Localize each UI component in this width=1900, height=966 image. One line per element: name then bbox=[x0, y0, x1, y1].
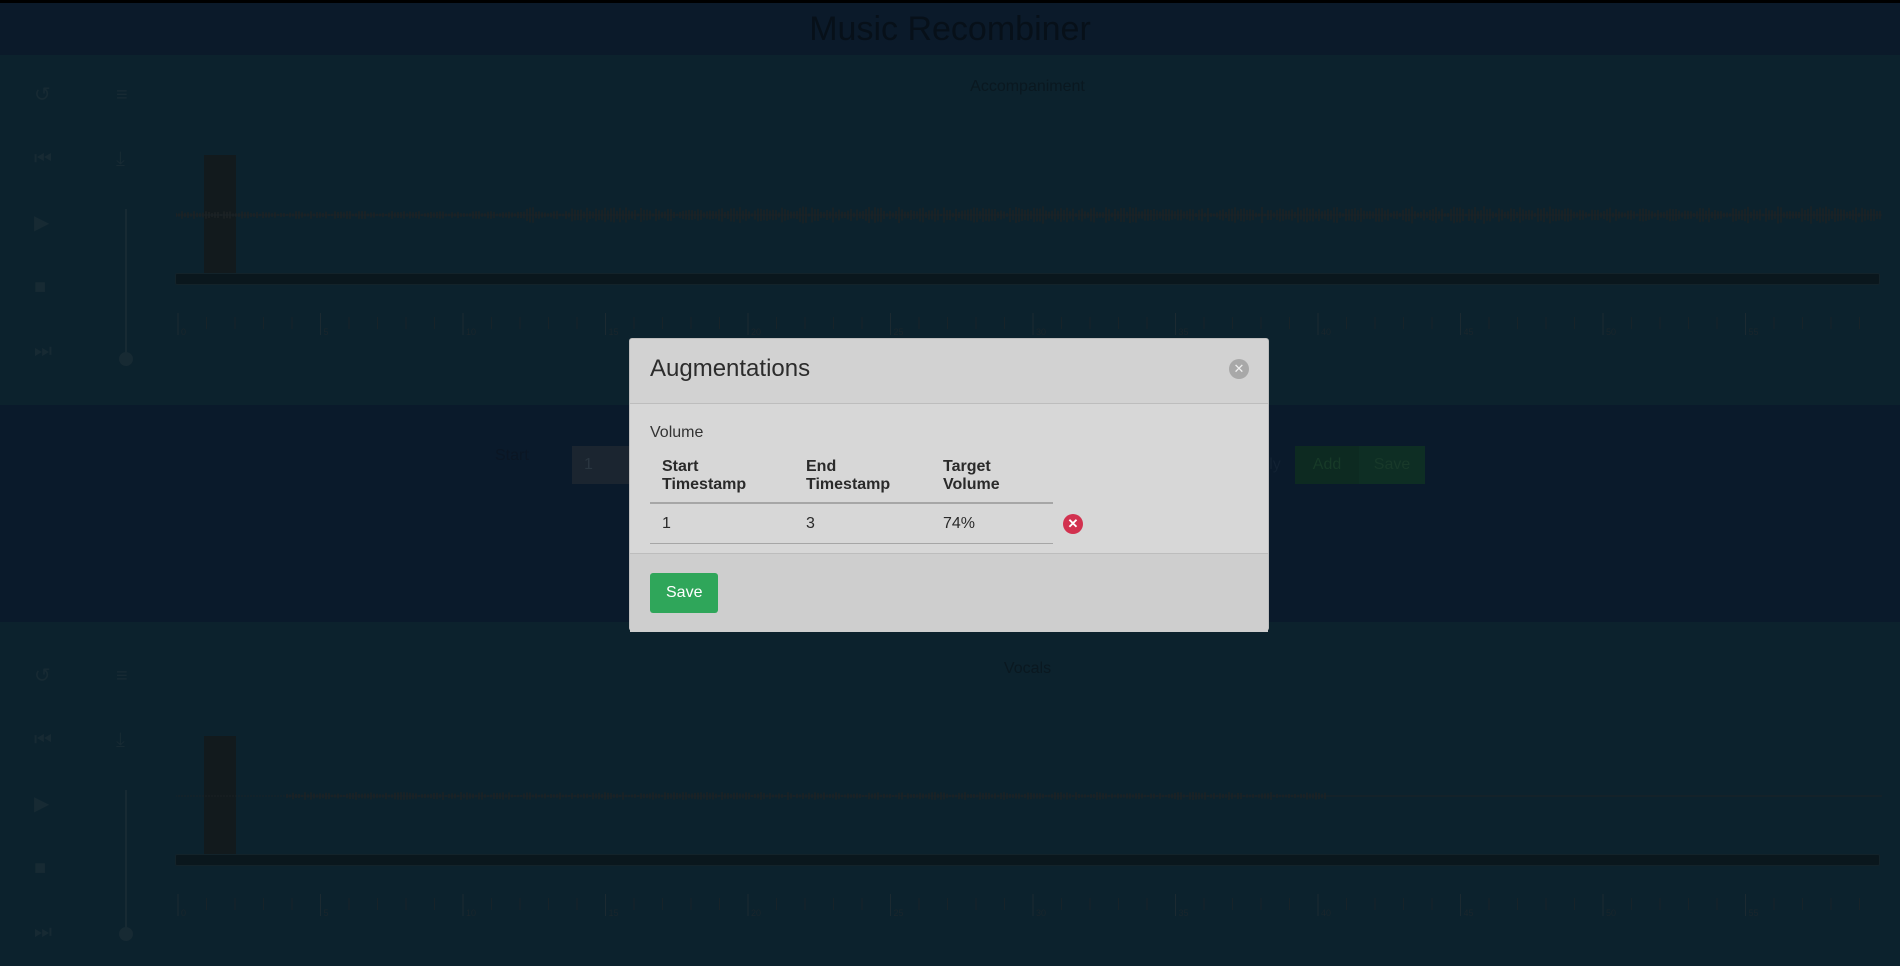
track-label: Vocals bbox=[1003, 660, 1052, 677]
close-icon[interactable]: ✕ bbox=[1229, 359, 1249, 379]
time-ruler: 0 5 10 15 20 25 30 35 40 45 50 55 bbox=[177, 894, 1860, 918]
ruler-label: 40 bbox=[1321, 908, 1331, 918]
column-header: Target Volume bbox=[931, 450, 1053, 504]
skip-back-icon[interactable]: ⏮ bbox=[34, 149, 52, 169]
menu-icon[interactable]: ≡ bbox=[116, 666, 128, 686]
timeline-scrollbar[interactable] bbox=[175, 273, 1880, 285]
time-ruler: 0 5 10 15 20 25 30 35 40 45 50 55 bbox=[177, 313, 1860, 337]
play-icon[interactable]: ▶ bbox=[34, 794, 49, 814]
menu-icon[interactable]: ≡ bbox=[116, 85, 128, 105]
modal-body: Volume Start Timestamp End Timestamp Tar… bbox=[630, 404, 1268, 554]
ruler-label: 35 bbox=[1179, 327, 1189, 337]
ruler-label: 20 bbox=[751, 908, 761, 918]
download-icon[interactable]: ⤓ bbox=[116, 149, 125, 169]
ruler-label: 5 bbox=[324, 908, 329, 918]
ruler-label: 5 bbox=[324, 327, 329, 337]
ruler-label: 25 bbox=[894, 908, 904, 918]
column-header: End Timestamp bbox=[794, 450, 931, 504]
delete-icon[interactable]: ✕ bbox=[1063, 514, 1083, 534]
ruler-label: 0 bbox=[181, 327, 186, 337]
cell-end: 3 bbox=[794, 503, 931, 544]
middle-save-button[interactable]: Save bbox=[1359, 446, 1425, 484]
ruler-label: 25 bbox=[894, 327, 904, 337]
ruler-label: 0 bbox=[181, 908, 186, 918]
ruler-label: 50 bbox=[1606, 327, 1616, 337]
column-header-empty bbox=[1053, 450, 1095, 503]
app-title: Music Recombiner bbox=[809, 10, 1091, 48]
ruler-label: 55 bbox=[1749, 908, 1759, 918]
row-actions: ✕ bbox=[1053, 503, 1095, 543]
modal-header: Augmentations ✕ bbox=[630, 339, 1268, 404]
modal-footer: Save bbox=[630, 554, 1268, 632]
ruler-label: 30 bbox=[1036, 908, 1046, 918]
ruler-label: 15 bbox=[609, 908, 619, 918]
table-row: 1 3 74% ✕ bbox=[650, 503, 1095, 544]
ruler-label: 40 bbox=[1321, 327, 1331, 337]
ruler-label: 55 bbox=[1749, 327, 1759, 337]
ruler-label: 45 bbox=[1464, 327, 1474, 337]
start-label: Start bbox=[495, 447, 529, 464]
ruler-label: 20 bbox=[751, 327, 761, 337]
ruler-label: 45 bbox=[1464, 908, 1474, 918]
volume-knob[interactable] bbox=[119, 352, 133, 366]
cell-start: 1 bbox=[650, 503, 794, 544]
stop-icon[interactable]: ■ bbox=[34, 277, 46, 297]
app-header: Music Recombiner bbox=[0, 3, 1900, 55]
undo-icon[interactable]: ↺ bbox=[34, 85, 51, 105]
skip-forward-icon[interactable]: ⏭ bbox=[34, 341, 52, 361]
ruler-label: 10 bbox=[466, 908, 476, 918]
waveform[interactable] bbox=[176, 736, 1882, 856]
augmentations-table: Start Timestamp End Timestamp Target Vol… bbox=[650, 450, 1095, 544]
ruler-label: 35 bbox=[1179, 908, 1189, 918]
download-icon[interactable]: ⤓ bbox=[116, 730, 125, 750]
stop-icon[interactable]: ■ bbox=[34, 858, 46, 878]
volume-slider[interactable] bbox=[125, 209, 127, 359]
augmentations-modal: Augmentations ✕ Volume Start Timestamp E… bbox=[629, 338, 1269, 632]
ruler-label: 30 bbox=[1036, 327, 1046, 337]
waveform[interactable] bbox=[176, 155, 1882, 275]
undo-icon[interactable]: ↺ bbox=[34, 666, 51, 686]
play-icon[interactable]: ▶ bbox=[34, 213, 49, 233]
skip-forward-icon[interactable]: ⏭ bbox=[34, 922, 52, 942]
track-label: Accompaniment bbox=[970, 78, 1085, 95]
timeline-scrollbar[interactable] bbox=[175, 854, 1880, 866]
ruler-label: 15 bbox=[609, 327, 619, 337]
selection-region bbox=[204, 736, 236, 854]
column-header: Start Timestamp bbox=[650, 450, 794, 504]
cell-volume: 74% bbox=[931, 503, 1053, 544]
save-button[interactable]: Save bbox=[650, 573, 719, 613]
section-label: Volume bbox=[650, 424, 704, 441]
add-button[interactable]: Add bbox=[1295, 446, 1359, 484]
ruler-label: 10 bbox=[466, 327, 476, 337]
modal-title: Augmentations bbox=[650, 355, 811, 382]
ruler-label: 50 bbox=[1606, 908, 1616, 918]
skip-back-icon[interactable]: ⏮ bbox=[34, 730, 52, 750]
volume-knob[interactable] bbox=[119, 927, 133, 941]
volume-slider[interactable] bbox=[125, 790, 127, 930]
